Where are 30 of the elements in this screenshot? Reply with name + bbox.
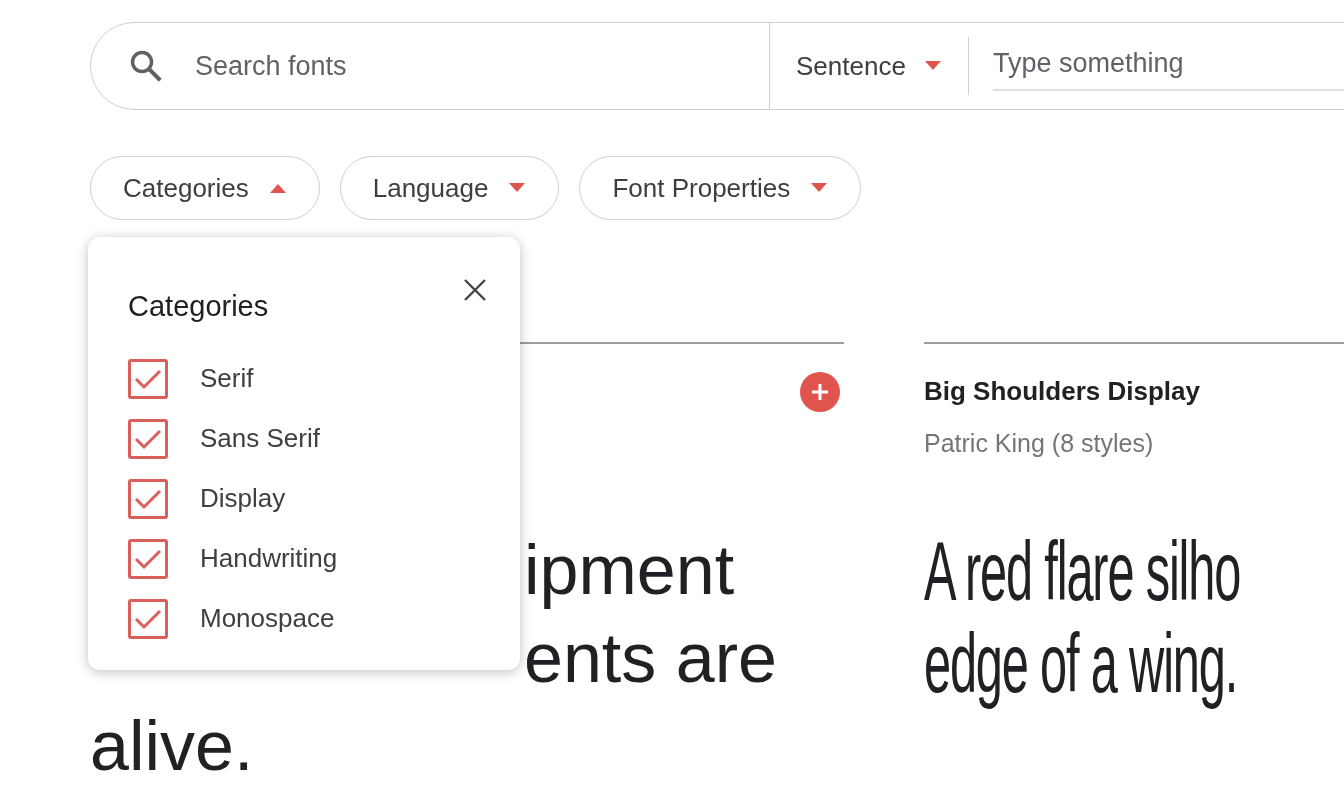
font-designer: Patric King (8 styles): [924, 428, 1154, 459]
font-name: Big Shoulders Display: [924, 375, 1200, 408]
checkbox[interactable]: [128, 478, 168, 519]
search-field[interactable]: Search fonts: [195, 45, 615, 87]
preview-text-field[interactable]: Type something: [992, 37, 1344, 91]
checkbox-label: Sans Serif: [200, 422, 320, 455]
checkbox[interactable]: [128, 358, 168, 399]
checkmark-icon: [134, 367, 162, 390]
checkbox-label: Monospace: [200, 602, 335, 635]
font-sample-text: ipment: [524, 530, 735, 611]
font-sample-text: edge of a wing.: [924, 616, 1238, 709]
checkbox-label: Serif: [200, 362, 254, 395]
checkmark-icon: [134, 607, 162, 630]
font-sample-text: ents are: [524, 618, 777, 699]
font-sample-text: alive.: [90, 706, 254, 787]
preview-mode-dropdown[interactable]: Sentence: [770, 46, 968, 86]
checkmark-icon: [134, 547, 162, 570]
font-sample-text: A red flare silho: [924, 524, 1241, 617]
close-icon: [463, 278, 487, 302]
caret-down-icon: [923, 61, 942, 71]
checkbox-label: Display: [200, 482, 286, 515]
checkmark-icon: [134, 427, 162, 450]
add-button[interactable]: [800, 372, 840, 412]
checkmark-icon: [134, 487, 162, 510]
checkbox[interactable]: [128, 598, 168, 639]
plus-icon: [810, 382, 830, 402]
checkbox-label: Handwriting: [200, 542, 338, 575]
checkbox[interactable]: [128, 418, 168, 459]
checkbox[interactable]: [128, 538, 168, 579]
popup-title: Categories: [128, 289, 269, 324]
